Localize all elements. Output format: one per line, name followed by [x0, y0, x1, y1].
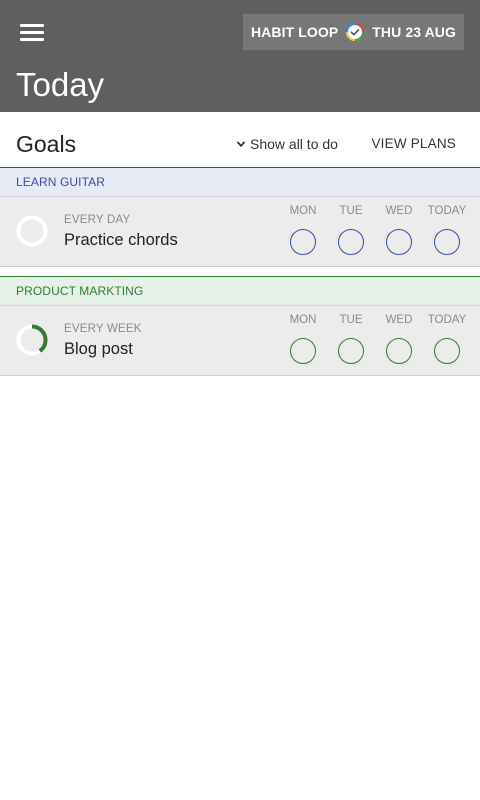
day-label: TUE: [339, 205, 363, 217]
day-column-wed: WED: [375, 205, 423, 255]
app-name: HABIT LOOP: [250, 24, 339, 40]
goal-name: Blog post: [64, 340, 133, 358]
day-check-circle[interactable]: [434, 229, 460, 255]
menu-bar-line: [20, 24, 44, 27]
goal-frequency: EVERY DAY: [64, 214, 131, 226]
goal-name: Practice chords: [64, 231, 178, 249]
day-label: MON: [289, 314, 317, 326]
goal-progress-ring: [16, 215, 48, 247]
chevron-down-icon: [236, 141, 246, 148]
app-brand-chip: HABIT LOOP THU 23 AUG: [242, 14, 464, 50]
day-label: TODAY: [427, 205, 467, 217]
day-column-mon: MON: [279, 314, 327, 364]
day-label: MON: [289, 205, 317, 217]
view-plans-button[interactable]: VIEW PLANS: [371, 136, 456, 151]
goal-frequency: EVERY WEEK: [64, 323, 142, 335]
day-label: WED: [385, 205, 413, 217]
day-column-mon: MON: [279, 205, 327, 255]
current-date: THU 23 AUG: [372, 24, 456, 40]
day-column-today: TODAY: [423, 314, 471, 364]
day-check-circle[interactable]: [338, 338, 364, 364]
goal-row[interactable]: EVERY WEEK Blog post MON TUE WED TODAY: [0, 306, 480, 376]
day-check-circle[interactable]: [290, 229, 316, 255]
screen-title: Today: [16, 66, 105, 103]
goals-title: Goals: [16, 131, 77, 157]
goal-row[interactable]: EVERY DAY Practice chords MON TUE WED TO…: [0, 197, 480, 267]
goals-header: Goals Show all to do VIEW PLANS: [0, 112, 480, 168]
day-check-circle[interactable]: [386, 229, 412, 255]
day-label: TODAY: [427, 314, 467, 326]
day-column-today: TODAY: [423, 205, 471, 255]
day-label: TUE: [339, 314, 363, 326]
show-all-label: Show all to do: [250, 136, 338, 152]
menu-bar-line: [20, 31, 44, 34]
habit-loop-logo-icon: [346, 23, 365, 41]
day-label: WED: [385, 314, 413, 326]
section-header: LEARN GUITAR: [0, 167, 480, 197]
goal-progress-ring: [16, 324, 48, 356]
day-column-tue: TUE: [327, 205, 375, 255]
goal-section: PRODUCT MARKTING EVERY WEEK Blog post MO…: [0, 276, 480, 376]
section-header: PRODUCT MARKTING: [0, 276, 480, 306]
day-check-circle[interactable]: [434, 338, 460, 364]
app-bar: HABIT LOOP THU 23 AUG Today: [0, 0, 480, 112]
day-column-wed: WED: [375, 314, 423, 364]
day-check-circle[interactable]: [386, 338, 412, 364]
menu-bar-line: [20, 38, 44, 41]
day-check-circle[interactable]: [338, 229, 364, 255]
hamburger-menu-icon[interactable]: [14, 18, 50, 46]
day-column-tue: TUE: [327, 314, 375, 364]
day-check-circle[interactable]: [290, 338, 316, 364]
show-all-toggle[interactable]: Show all to do: [236, 136, 338, 152]
goal-section: LEARN GUITAR EVERY DAY Practice chords M…: [0, 167, 480, 267]
